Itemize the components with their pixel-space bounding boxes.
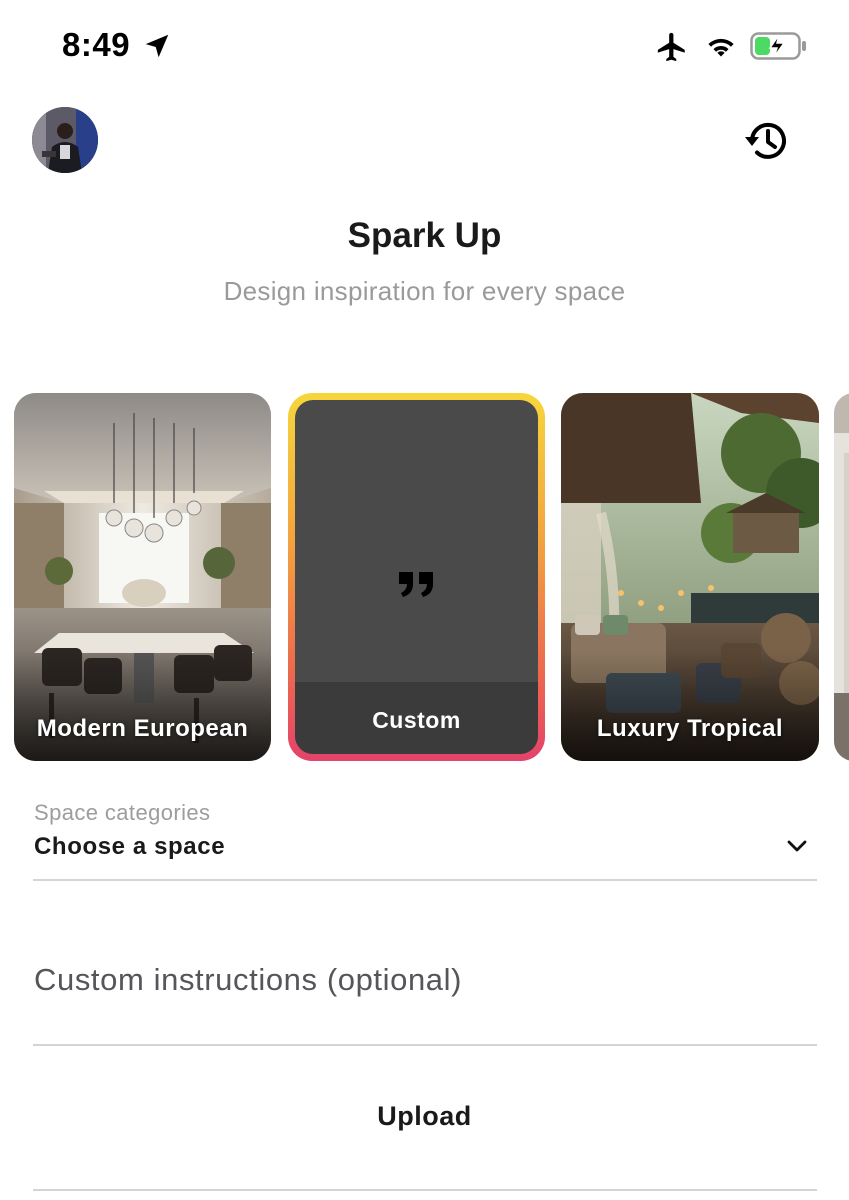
page-subtitle: Design inspiration for every space bbox=[223, 276, 626, 306]
style-card-label: Custom bbox=[372, 707, 461, 733]
location-arrow-icon bbox=[145, 34, 169, 58]
style-card-luxury-tropical[interactable]: Luxury Tropical bbox=[561, 393, 819, 761]
style-card-label: Luxury Tropical bbox=[596, 715, 784, 742]
custom-instructions-input[interactable]: Custom instructions (optional) bbox=[34, 962, 462, 998]
history-icon[interactable] bbox=[743, 116, 793, 166]
divider bbox=[33, 1189, 817, 1191]
status-time: 8:49 bbox=[62, 26, 131, 63]
luxury-tropical-image bbox=[561, 393, 819, 761]
style-card-label: Modern European bbox=[36, 715, 249, 742]
screen: 8:49 Spark Up Design inspiration for eve… bbox=[0, 0, 849, 1200]
style-card-modern-european[interactable]: Modern European bbox=[14, 393, 271, 761]
battery-charging-icon bbox=[750, 32, 806, 60]
wifi-icon bbox=[708, 38, 734, 57]
quote-icon bbox=[398, 572, 433, 597]
style-card-custom[interactable]: Custom bbox=[288, 393, 545, 761]
style-card-partial[interactable] bbox=[834, 393, 849, 761]
user-avatar[interactable] bbox=[32, 107, 98, 173]
upload-button[interactable]: Upload bbox=[0, 1101, 849, 1132]
status-bar: 8:49 bbox=[0, 0, 849, 92]
custom-card-body: Custom bbox=[295, 400, 538, 754]
modern-european-image bbox=[14, 393, 271, 761]
page-title: Spark Up bbox=[347, 216, 502, 255]
divider bbox=[33, 1044, 817, 1046]
divider bbox=[33, 879, 817, 881]
airplane-icon bbox=[657, 32, 685, 62]
space-categories-caption: Space categories bbox=[34, 800, 211, 825]
space-category-select[interactable]: Choose a space bbox=[34, 833, 225, 861]
chevron-down-icon[interactable] bbox=[786, 836, 808, 856]
partial-card-image bbox=[834, 393, 849, 761]
